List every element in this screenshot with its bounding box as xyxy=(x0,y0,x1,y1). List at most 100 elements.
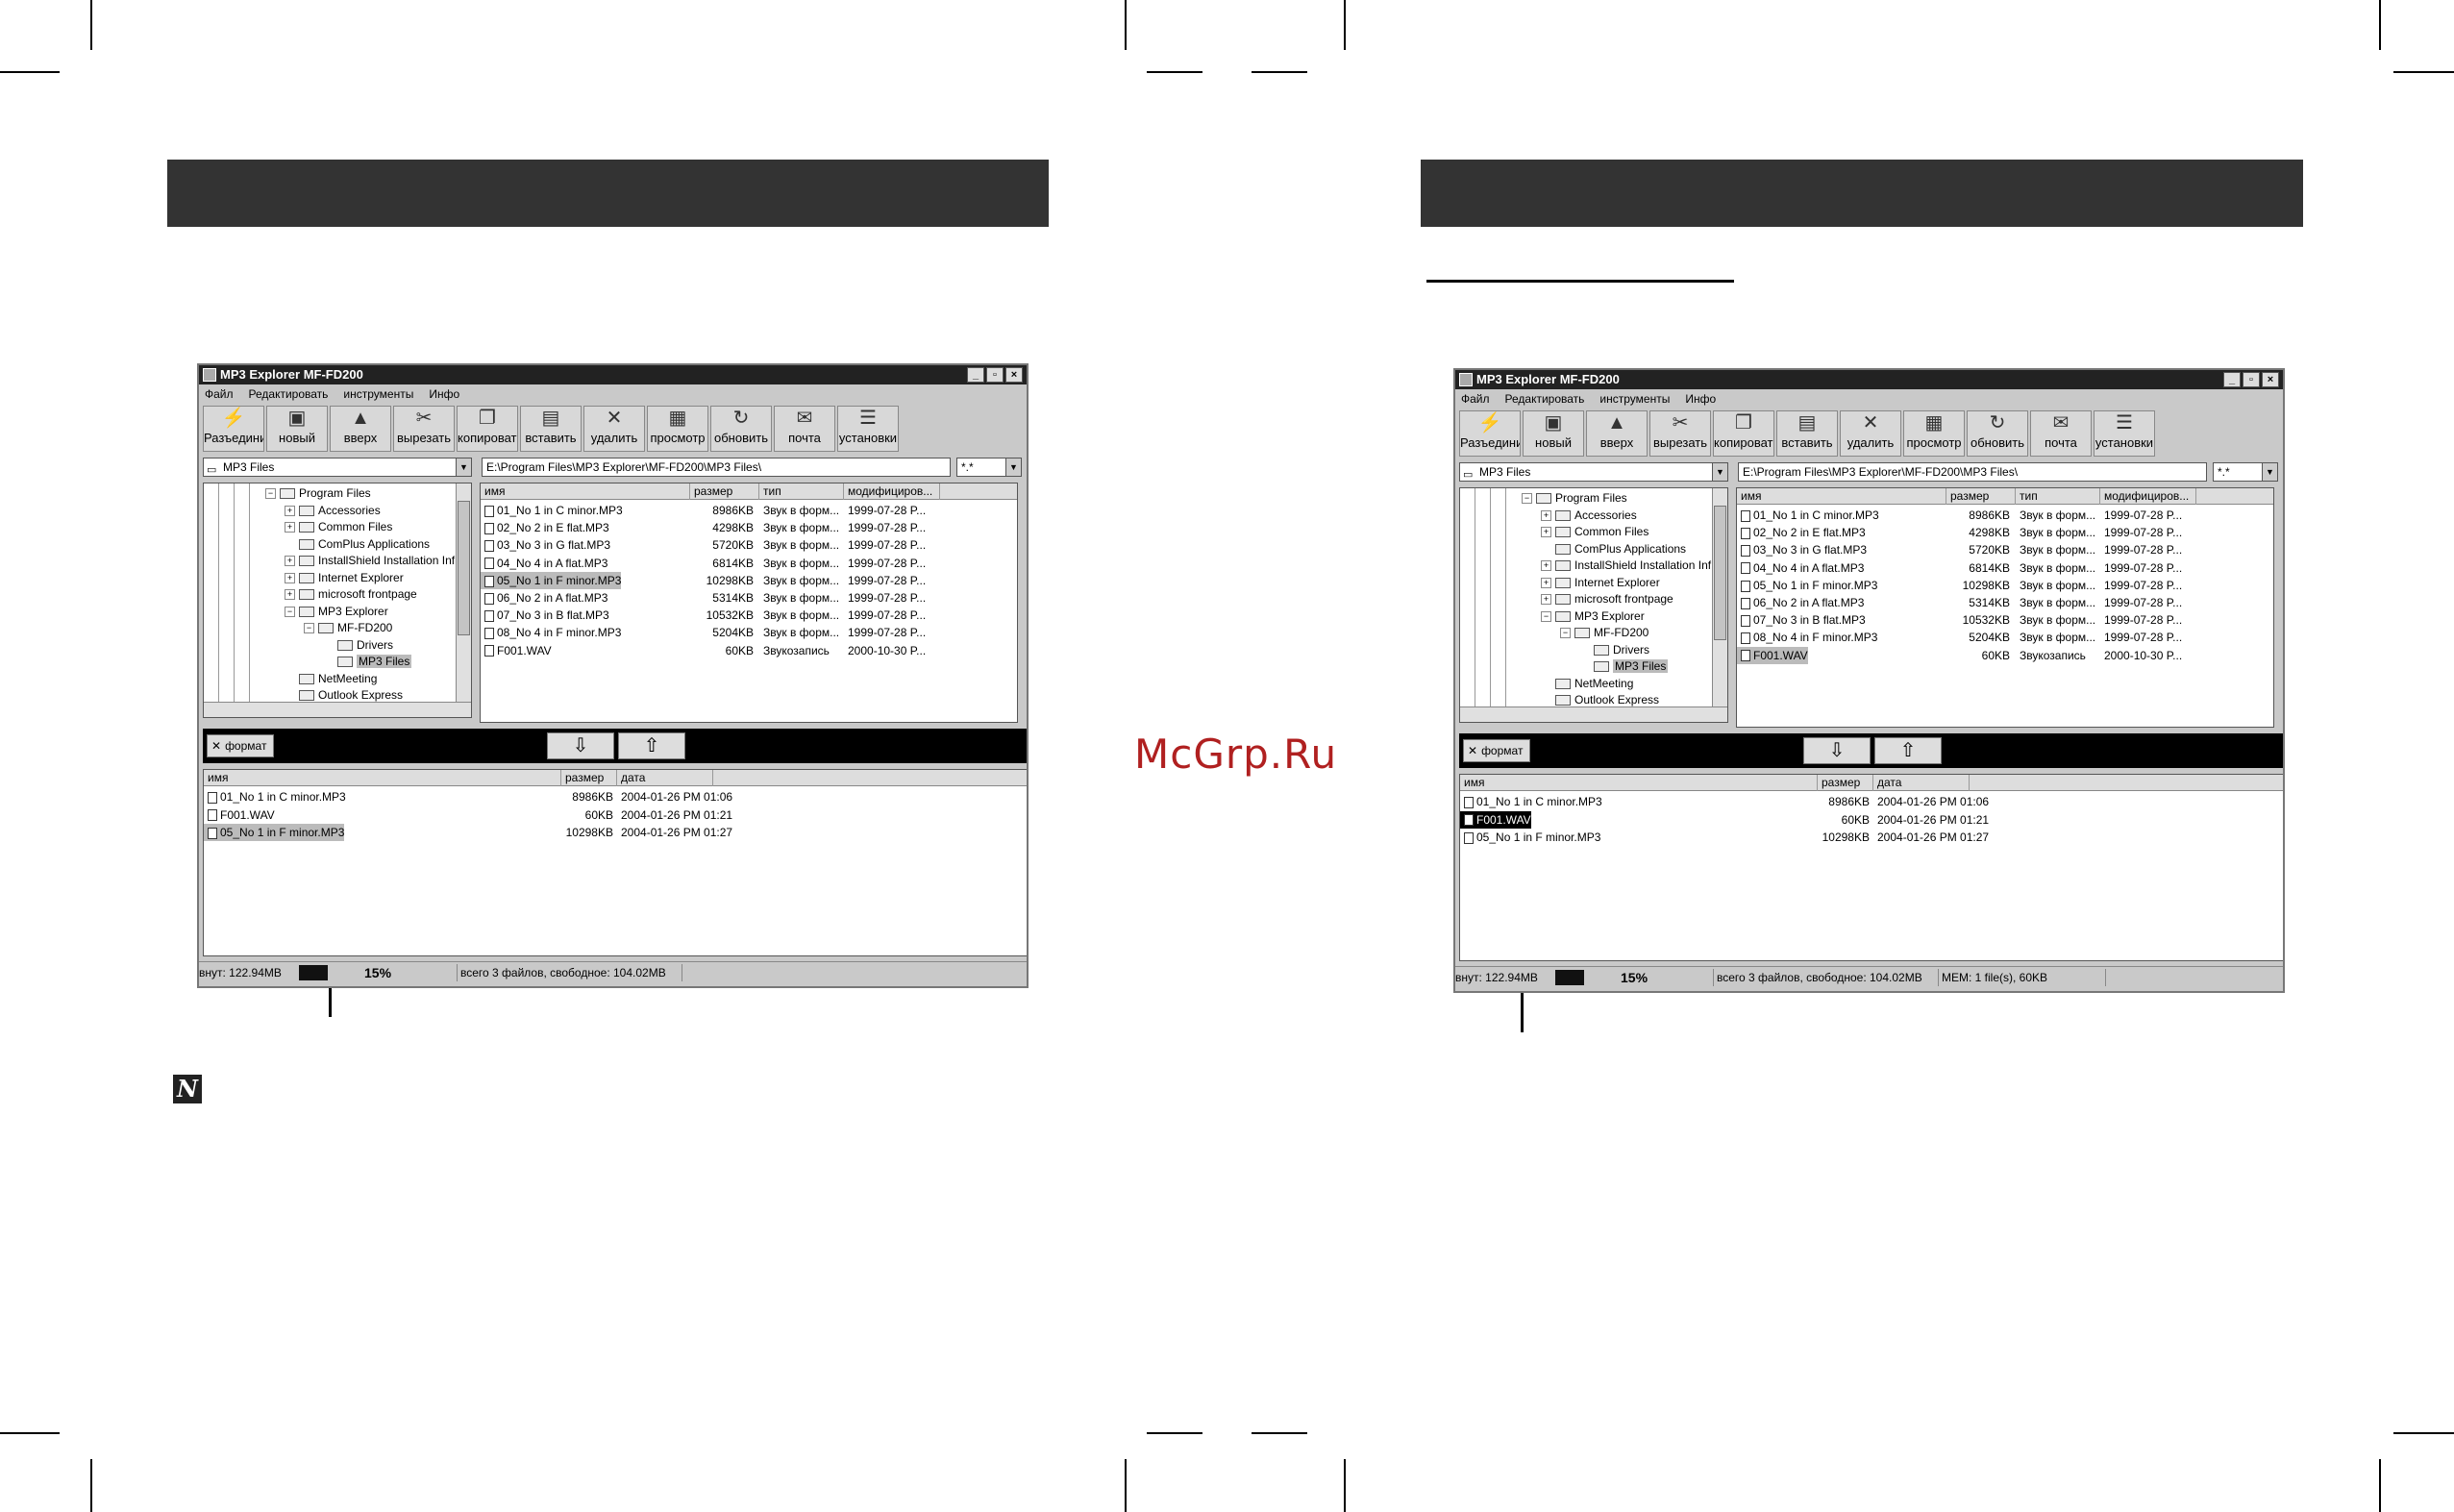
table-row[interactable]: 01_No 1 in C minor.MP3 8986KB 2004-01-26 P… xyxy=(1460,793,2283,810)
column-type[interactable]: тип xyxy=(2016,488,2100,505)
table-row[interactable]: 02_No 2 in E flat.MP3 4298KB Звук в форм..… xyxy=(481,519,1017,536)
folder-tree[interactable]: − Program Files + Accessories + Common Files C… xyxy=(1459,487,1728,723)
tree-horizontal-scrollbar[interactable] xyxy=(204,702,471,717)
upload-button[interactable]: ⇧ xyxy=(618,732,685,759)
table-row[interactable]: 08_No 4 in F minor.MP3 5204KB Звук в форм.… xyxy=(481,624,1017,641)
maximize-button[interactable]: ▫ xyxy=(2243,372,2260,387)
download-button[interactable]: ⇩ xyxy=(1803,737,1871,764)
toolbar-button-disconnect[interactable]: ⚡Разъединить xyxy=(203,406,264,452)
tree-item[interactable]: + microsoft frontpage xyxy=(285,586,417,603)
toolbar-button-disconnect[interactable]: ⚡Разъединить xyxy=(1459,410,1521,457)
tree-item[interactable]: + InstallShield Installation Inf xyxy=(285,553,455,569)
tree-vertical-scrollbar[interactable] xyxy=(456,483,471,704)
column-size[interactable]: размер xyxy=(561,770,617,786)
tree-item[interactable]: + Common Files xyxy=(1541,524,1648,540)
table-row[interactable]: 06_No 2 in A flat.MP3 5314KB Звук в форм..… xyxy=(1737,594,2273,611)
tree-item[interactable]: − MP3 Explorer xyxy=(285,604,388,620)
table-row[interactable]: 05_No 1 in F minor.MP3 10298KB 2004-01-26 … xyxy=(1460,829,2283,846)
expand-icon[interactable]: + xyxy=(285,572,295,583)
expand-icon[interactable]: + xyxy=(1541,577,1551,588)
expand-icon[interactable]: + xyxy=(1541,594,1551,606)
folder-tree[interactable]: − Program Files + Accessories + Common Files C… xyxy=(203,483,472,718)
column-name[interactable]: имя xyxy=(1460,775,1818,791)
table-row[interactable]: 05_No 1 in F minor.MP3 10298KB Звук в форм… xyxy=(481,571,1017,589)
filter-combo[interactable]: *.* ▼ xyxy=(956,458,1022,477)
expand-icon[interactable]: + xyxy=(285,556,295,567)
tree-item[interactable]: ComPlus Applications xyxy=(1541,541,1686,558)
collapse-icon[interactable]: − xyxy=(1522,493,1532,505)
scrollbar-thumb[interactable] xyxy=(1714,506,1726,640)
collapse-icon[interactable]: − xyxy=(1541,610,1551,622)
toolbar-button-refresh[interactable]: ↻ обновить xyxy=(710,406,772,452)
menu-info[interactable]: Инфо xyxy=(429,384,459,404)
toolbar-button-view[interactable]: ▦ просмотр xyxy=(647,406,708,452)
column-size[interactable]: размер xyxy=(690,483,759,500)
column-type[interactable]: тип xyxy=(759,483,844,500)
tree-item[interactable]: − Program Files xyxy=(1522,490,1627,507)
chevron-down-icon[interactable]: ▼ xyxy=(456,459,471,476)
menu-edit[interactable]: Редактировать xyxy=(1505,389,1585,409)
chevron-down-icon[interactable]: ▼ xyxy=(2262,463,2277,481)
tree-item[interactable]: NetMeeting xyxy=(1541,676,1633,692)
collapse-icon[interactable]: − xyxy=(1560,628,1571,639)
table-row[interactable]: 08_No 4 in F minor.MP3 5204KB Звук в форм.… xyxy=(1737,629,2273,646)
menu-info[interactable]: Инфо xyxy=(1685,389,1716,409)
menu-tools[interactable]: инструменты xyxy=(1599,389,1670,409)
tree-item[interactable]: − MF-FD200 xyxy=(1560,625,1648,641)
toolbar-button-delete[interactable]: ✕ удалить xyxy=(1840,410,1901,457)
column-modified[interactable]: модифициров... xyxy=(2100,488,2196,505)
expand-icon[interactable]: + xyxy=(1541,560,1551,572)
column-modified[interactable]: модифициров... xyxy=(844,483,940,500)
table-row[interactable]: 01_No 1 in C minor.MP3 8986KB Звук в форм.… xyxy=(481,502,1017,519)
collapse-icon[interactable]: − xyxy=(265,488,276,500)
close-button[interactable]: × xyxy=(1005,367,1023,383)
collapse-icon[interactable]: − xyxy=(304,623,314,634)
tree-item[interactable]: + Common Files xyxy=(285,519,392,535)
tree-item[interactable]: + Accessories xyxy=(285,503,381,519)
column-name[interactable]: имя xyxy=(481,483,690,500)
tree-item[interactable]: Drivers xyxy=(323,637,393,654)
table-row[interactable]: 03_No 3 in G flat.MP3 5720KB Звук в форм..… xyxy=(481,536,1017,554)
table-row[interactable]: F001.WAV 60KB 2004-01-26 PM 01:21 xyxy=(1460,810,2283,829)
table-row[interactable]: 02_No 2 in E flat.MP3 4298KB Звук в форм..… xyxy=(1737,524,2273,541)
expand-icon[interactable]: + xyxy=(285,522,295,533)
table-row[interactable]: F001.WAV 60KB 2004-01-26 PM 01:21 xyxy=(204,806,1027,824)
expand-icon[interactable]: + xyxy=(1541,509,1551,521)
upload-button[interactable]: ⇧ xyxy=(1874,737,1942,764)
toolbar-button-new-folder[interactable]: ▣ новый xyxy=(1523,410,1584,457)
menu-file[interactable]: Файл xyxy=(1461,389,1490,409)
table-row[interactable]: 03_No 3 in G flat.MP3 5720KB Звук в форм..… xyxy=(1737,541,2273,558)
toolbar-button-view[interactable]: ▦ просмотр xyxy=(1903,410,1965,457)
toolbar-button-refresh[interactable]: ↻ обновить xyxy=(1967,410,2028,457)
tree-item[interactable]: Drivers xyxy=(1579,642,1649,658)
tree-item[interactable]: + Internet Explorer xyxy=(285,570,404,586)
menu-tools[interactable]: инструменты xyxy=(343,384,413,404)
toolbar-button-paste[interactable]: ▤ вставить xyxy=(520,406,582,452)
tree-item[interactable]: − Program Files xyxy=(265,485,371,502)
column-date[interactable]: дата xyxy=(617,770,713,786)
table-row[interactable]: 07_No 3 in B flat.MP3 10532KB Звук в форм.… xyxy=(1737,611,2273,629)
folder-combo[interactable]: ▭ MP3 Files ▼ xyxy=(1459,462,1728,482)
tree-item[interactable]: MP3 Files xyxy=(1579,658,1669,675)
toolbar-button-scissors[interactable]: ✂ вырезать xyxy=(393,406,455,452)
tree-item[interactable]: + microsoft frontpage xyxy=(1541,591,1673,607)
toolbar-button-settings[interactable]: ☰ установки xyxy=(2094,410,2155,457)
column-name[interactable]: имя xyxy=(1737,488,1946,505)
device-file-list[interactable]: имя размер дата 01_No 1 in C minor.MP3 8986K… xyxy=(203,769,1027,956)
device-file-list[interactable]: имя размер дата 01_No 1 in C minor.MP3 8986K… xyxy=(1459,774,2283,961)
table-row[interactable]: F001.WAV 60KB Звукозапись 2000-10-30 P... xyxy=(1737,646,2273,664)
tree-item[interactable]: − MF-FD200 xyxy=(304,620,392,636)
pc-file-list[interactable]: имя размер тип модифициров... 01_No 1 in C m… xyxy=(480,483,1018,723)
toolbar-button-copy[interactable]: ❐ копировать xyxy=(457,406,518,452)
tree-horizontal-scrollbar[interactable] xyxy=(1460,706,1727,722)
chevron-down-icon[interactable]: ▼ xyxy=(1005,459,1021,476)
table-row[interactable]: 01_No 1 in C minor.MP3 8986KB Звук в форм.… xyxy=(1737,507,2273,524)
toolbar-button-mail[interactable]: ✉ почта xyxy=(774,406,835,452)
format-button[interactable]: ✕ формат xyxy=(207,734,274,757)
tree-item[interactable]: ComPlus Applications xyxy=(285,536,430,553)
column-name[interactable]: имя xyxy=(204,770,561,786)
toolbar-button-mail[interactable]: ✉ почта xyxy=(2030,410,2092,457)
table-row[interactable]: 01_No 1 in C minor.MP3 8986KB 2004-01-26 P… xyxy=(204,788,1027,806)
toolbar-button-up[interactable]: ▲ вверх xyxy=(330,406,391,452)
filter-combo[interactable]: *.* ▼ xyxy=(2213,462,2278,482)
